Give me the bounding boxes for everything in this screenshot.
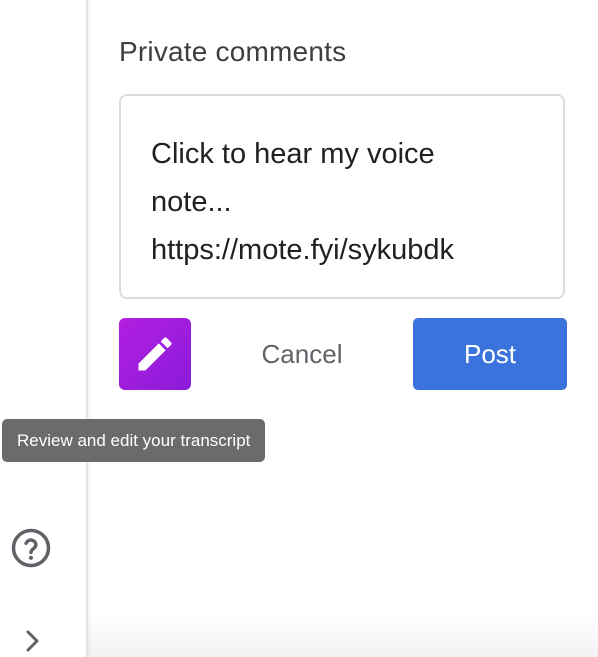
private-comments-panel: Private comments Click to hear my voice … (0, 0, 598, 657)
comment-text: Click to hear my voice note... https://m… (151, 138, 455, 266)
cancel-button[interactable]: Cancel (232, 318, 372, 390)
section-title: Private comments (119, 36, 347, 67)
transcript-tooltip: Review and edit your transcript (2, 419, 266, 462)
chevron-right-icon[interactable] (22, 628, 44, 654)
bottom-shade (88, 617, 598, 657)
edit-transcript-button[interactable] (119, 318, 191, 390)
post-button[interactable]: Post (413, 318, 567, 390)
help-circle-icon[interactable] (10, 527, 52, 569)
private-comment-input[interactable]: Click to hear my voice note... https://m… (119, 94, 565, 299)
pencil-icon (138, 337, 172, 371)
